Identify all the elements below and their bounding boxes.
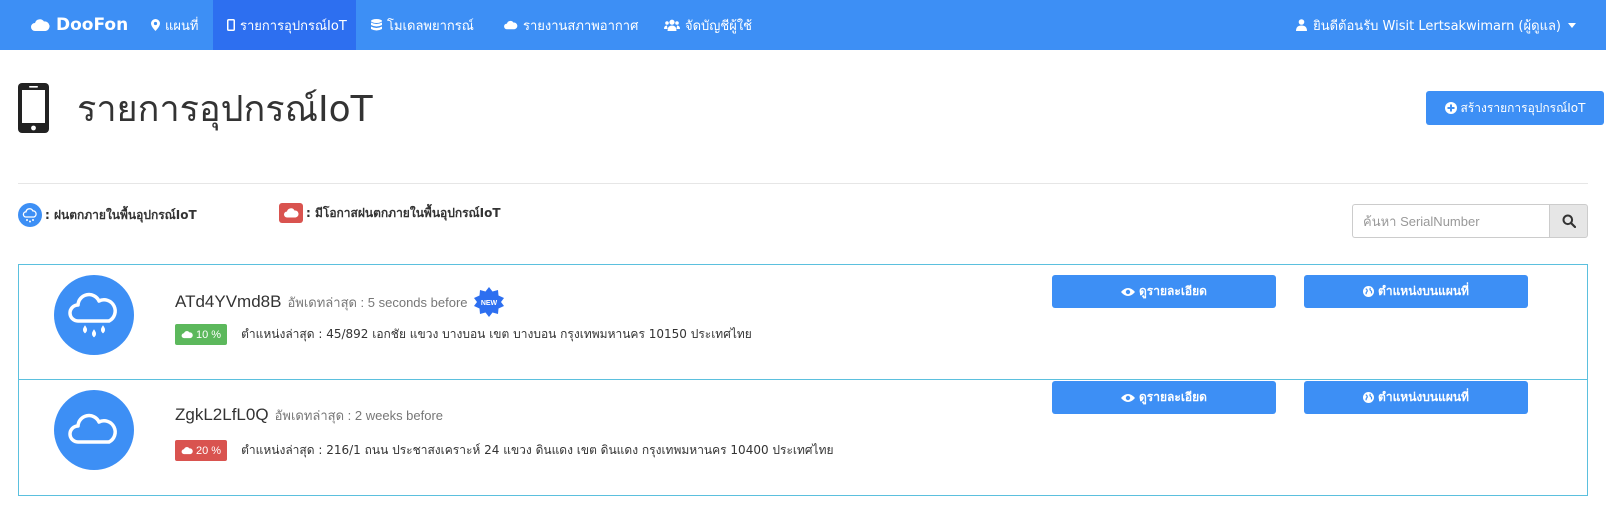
device-title: ZgkL2LfL0Q อัพเดทล่าสุด : 2 weeks before [175, 400, 443, 430]
legend-raining-label: : ฝนตกภายในพื้นอุปกรณ์IoT [45, 207, 197, 222]
cloud-icon [181, 331, 193, 339]
new-badge-label: NEW [480, 300, 497, 307]
rain-percent-badge: 10 % [175, 324, 228, 345]
rain-cloud-icon [68, 292, 117, 338]
map-location-label: ตำแหน่งบนแผนที่ [1378, 284, 1469, 298]
search-button[interactable] [1549, 204, 1588, 238]
nav-item-map[interactable]: แผนที่ [137, 0, 212, 50]
user-welcome-text: ยินดีต้อนรับ Wisit Lertsakwimarn (ผู้ดูแ… [1313, 18, 1561, 34]
header-divider [18, 183, 1588, 184]
nav-label: จัดบัญชีผู้ใช้ [685, 18, 752, 34]
brand-logo[interactable]: DooFon [30, 0, 128, 50]
new-badge-icon: NEW [473, 287, 504, 317]
nav-label: รายการอุปกรณ์IoT [240, 18, 347, 34]
rain-percent-value: 10 % [196, 328, 222, 341]
user-menu-dropdown[interactable]: ยินดีต้อนรับ Wisit Lertsakwimarn (ผู้ดูแ… [1296, 0, 1576, 50]
user-icon [1296, 19, 1308, 31]
nav-item-weather-report[interactable]: รายงานสภาพอากาศ [489, 0, 652, 50]
cloud-icon [68, 413, 117, 444]
device-serial-number: ATd4YVmd8B [175, 292, 282, 311]
device-info: 20 % ตำแหน่งล่าสุด : 216/1 ถนน ประชาสงเค… [175, 440, 834, 461]
mobile-icon [227, 19, 235, 31]
cloud-badge-icon [279, 203, 303, 223]
create-iot-device-button[interactable]: สร้างรายการอุปกรณ์IoT [1426, 91, 1604, 125]
search-icon [1562, 214, 1576, 228]
device-row: ZgkL2LfL0Q อัพเดทล่าสุด : 2 weeks before… [19, 380, 1587, 495]
device-status-icon [54, 275, 134, 355]
legend-chance-of-rain: : มีโอกาสฝนตกภายในพื้นอุปกรณ์IoT [279, 203, 501, 223]
nav-label: โมเดลพยากรณ์ [387, 18, 474, 34]
mobile-icon [18, 83, 49, 133]
device-status-icon [54, 390, 134, 470]
device-title: ATd4YVmd8B อัพเดทล่าสุด : 5 seconds befo… [175, 287, 504, 317]
device-location: ตำแหน่งล่าสุด : 45/892 เอกชัย แขวง บางบอ… [241, 327, 752, 341]
rain-percent-badge: 20 % [175, 440, 228, 461]
rain-cloud-icon [18, 203, 42, 227]
legend-chance-label: : มีโอกาสฝนตกภายในพื้นอุปกรณ์IoT [306, 205, 501, 220]
cloud-icon [504, 20, 518, 30]
top-navbar: DooFon แผนที่ รายการอุปกรณ์IoT โมเดลพยาก… [0, 0, 1606, 50]
database-icon [371, 19, 382, 31]
rain-percent-value: 20 % [196, 444, 222, 457]
create-button-label: สร้างรายการอุปกรณ์IoT [1460, 100, 1586, 115]
nav-label: รายงานสภาพอากาศ [523, 18, 639, 34]
legend-raining: : ฝนตกภายในพื้นอุปกรณ์IoT [18, 203, 197, 227]
page-header: รายการอุปกรณ์IoT [18, 78, 373, 138]
view-details-label: ดูรายละเอียด [1139, 390, 1207, 404]
plus-circle-icon [1444, 102, 1457, 114]
cloud-icon [31, 19, 50, 31]
brand-name: DooFon [56, 15, 129, 35]
view-details-button[interactable]: ดูรายละเอียด [1052, 275, 1276, 308]
nav-item-iot-devices[interactable]: รายการอุปกรณ์IoT [213, 0, 356, 50]
eye-icon [1121, 393, 1136, 402]
device-list: ATd4YVmd8B อัพเดทล่าสุด : 5 seconds befo… [18, 264, 1588, 496]
device-location: ตำแหน่งล่าสุด : 216/1 ถนน ประชาสงเคราะห์… [241, 443, 834, 457]
page-title: รายการอุปกรณ์IoT [77, 88, 373, 130]
device-last-updated: อัพเดทล่าสุด : 5 seconds before [287, 294, 468, 310]
users-icon [664, 19, 680, 31]
nav-item-forecast-models[interactable]: โมเดลพยากรณ์ [357, 0, 488, 50]
globe-icon [1363, 286, 1375, 297]
device-last-updated: อัพเดทล่าสุด : 2 weeks before [274, 407, 444, 423]
search-input[interactable] [1352, 204, 1549, 238]
device-info: 10 % ตำแหน่งล่าสุด : 45/892 เอกชัย แขวง … [175, 324, 752, 345]
map-location-button[interactable]: ตำแหน่งบนแผนที่ [1304, 275, 1528, 308]
cloud-icon [181, 447, 193, 455]
device-row: ATd4YVmd8B อัพเดทล่าสุด : 5 seconds befo… [19, 265, 1587, 380]
map-location-label: ตำแหน่งบนแผนที่ [1378, 390, 1469, 404]
eye-icon [1121, 287, 1136, 296]
globe-icon [1363, 392, 1375, 403]
map-marker-icon [151, 19, 160, 31]
nav-item-user-accounts[interactable]: จัดบัญชีผู้ใช้ [650, 0, 766, 50]
nav-label: แผนที่ [165, 18, 199, 34]
serial-search [1352, 204, 1588, 238]
device-serial-number: ZgkL2LfL0Q [175, 405, 269, 424]
map-location-button[interactable]: ตำแหน่งบนแผนที่ [1304, 381, 1528, 414]
chevron-down-icon [1568, 22, 1576, 28]
view-details-label: ดูรายละเอียด [1139, 284, 1207, 298]
view-details-button[interactable]: ดูรายละเอียด [1052, 381, 1276, 414]
